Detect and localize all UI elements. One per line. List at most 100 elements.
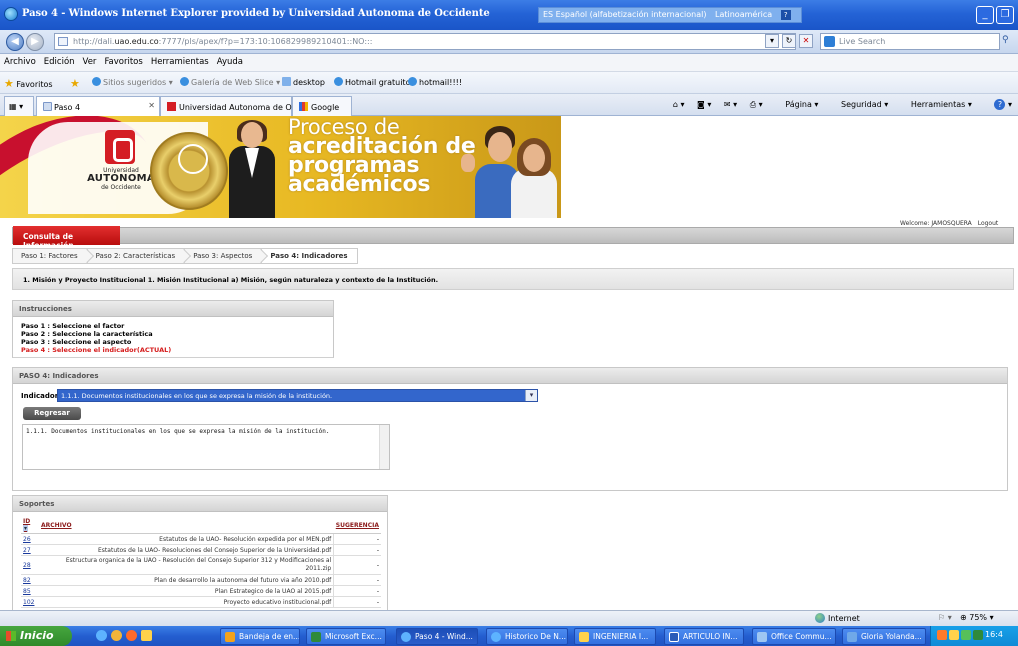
start-button[interactable]: Inicio bbox=[0, 626, 72, 646]
tray-icon[interactable] bbox=[973, 630, 983, 640]
forward-button[interactable]: ▶ bbox=[26, 33, 44, 51]
ie-quicklaunch-icon[interactable] bbox=[96, 630, 107, 641]
row-sugerencia: - bbox=[333, 574, 381, 586]
menu-favoritos[interactable]: Favoritos bbox=[100, 54, 146, 67]
help-menu[interactable]: ? ▾ bbox=[984, 99, 1012, 110]
tools-menu[interactable]: Herramientas ▾ bbox=[901, 100, 972, 109]
row-id-link[interactable]: 82 bbox=[21, 574, 39, 586]
close-tab-icon[interactable]: ✕ bbox=[148, 101, 155, 110]
tray-icon[interactable] bbox=[961, 630, 971, 640]
fav-label: Galería de Web Slice bbox=[191, 78, 274, 87]
system-tray: 16:4 bbox=[930, 626, 1018, 646]
language-indicator[interactable]: ES Español (alfabetización internacional… bbox=[543, 10, 706, 19]
breadcrumb-paso1[interactable]: Paso 1: Factores bbox=[12, 248, 94, 264]
menu-ver[interactable]: Ver bbox=[79, 54, 101, 67]
taskbar-button-paso4[interactable]: Paso 4 - Wind... bbox=[396, 628, 478, 645]
back-button[interactable]: ◀ bbox=[6, 33, 24, 51]
home-icon[interactable]: ⌂ ▾ bbox=[673, 100, 685, 109]
tray-icon[interactable] bbox=[949, 630, 959, 640]
desktop-icon bbox=[282, 77, 291, 86]
breadcrumb-paso3[interactable]: Paso 3: Aspectos bbox=[185, 248, 269, 264]
refresh-icon[interactable]: ↻ bbox=[782, 34, 796, 48]
mail-icon[interactable]: ✉ ▾ bbox=[724, 100, 737, 109]
zoom-control[interactable]: ⊕ 75% ▾ bbox=[960, 613, 994, 622]
page-menu[interactable]: Página ▾ bbox=[775, 100, 818, 109]
fav-galeria-web-slice[interactable]: Galería de Web Slice ▾ bbox=[180, 77, 280, 87]
command-bar: ⌂ ▾ ◙ ▾ ✉ ▾ ⎙ ▾ Página ▾ Seguridad ▾ Her… bbox=[663, 99, 1012, 110]
star-icon: ★ bbox=[4, 77, 14, 90]
media-quicklaunch-icon[interactable] bbox=[126, 630, 137, 641]
menu-edicion[interactable]: Edición bbox=[40, 54, 79, 67]
table-row: 28 Estructura organica de la UAO - Resolu… bbox=[21, 555, 381, 575]
row-id-link[interactable]: 102 bbox=[21, 596, 39, 608]
row-id-link[interactable]: 27 bbox=[21, 544, 39, 556]
taskbar-button-gloria[interactable]: Gloria Yolanda... bbox=[842, 628, 926, 645]
taskbar-button-ingenieria[interactable]: INGENIERIA I... bbox=[574, 628, 656, 645]
clock[interactable]: 16:4 bbox=[985, 630, 1003, 639]
chevron-down-icon[interactable]: ▾ bbox=[525, 390, 537, 401]
page-viewport: Universidad AUTÓNOMA de Occidente Proces… bbox=[0, 116, 1018, 610]
regresar-button[interactable]: Regresar bbox=[23, 407, 81, 420]
fav-hotmail-gratuito[interactable]: Hotmail gratuito bbox=[334, 77, 410, 87]
menu-herramientas[interactable]: Herramientas bbox=[147, 54, 213, 67]
help-icon[interactable]: ? bbox=[780, 10, 791, 20]
ie-mini-icon bbox=[334, 77, 343, 86]
table-row: 27 Estatutos de la UAO- Resoluciones del … bbox=[21, 544, 381, 556]
print-icon[interactable]: ⎙ ▾ bbox=[750, 100, 763, 109]
search-input[interactable]: Live Search bbox=[820, 33, 1000, 50]
row-id-link[interactable]: 26 bbox=[21, 533, 39, 545]
user-welcome: Welcome: JAMOSQUERA Logout bbox=[900, 220, 998, 227]
firefox-quicklaunch-icon[interactable] bbox=[111, 630, 122, 641]
textarea-scrollbar[interactable] bbox=[379, 425, 389, 469]
tab-universidad[interactable]: Universidad Autonoma de Oc... bbox=[160, 96, 304, 116]
feeds-icon[interactable]: ◙ ▾ bbox=[697, 100, 711, 109]
column-header-sugerencia[interactable]: SUGERENCIA bbox=[333, 517, 381, 534]
taskbar-button-office-communicator[interactable]: Office Commu... bbox=[752, 628, 836, 645]
selection-path: 1. Misión y Proyecto Institucional 1. Mi… bbox=[12, 268, 1014, 290]
indicador-select[interactable]: 1.1.1. Documentos institucionales en los… bbox=[57, 389, 538, 402]
menu-ayuda[interactable]: Ayuda bbox=[213, 54, 247, 67]
url-prefix: http://dali. bbox=[73, 37, 115, 46]
fav-desktop[interactable]: desktop bbox=[282, 77, 325, 87]
fav-hotmail[interactable]: hotmail!!!! bbox=[408, 77, 462, 87]
minimize-button[interactable]: _ bbox=[976, 6, 994, 24]
seal-ring bbox=[178, 144, 208, 174]
security-zone[interactable]: Internet bbox=[815, 613, 860, 623]
favorites-button[interactable]: ★ Favoritos bbox=[4, 77, 53, 90]
fav-sitios-sugeridos[interactable]: Sitios sugeridos ▾ bbox=[92, 77, 173, 87]
outlook-quicklaunch-icon[interactable] bbox=[141, 630, 152, 641]
language-bar[interactable]: ES Español (alfabetización internacional… bbox=[538, 7, 802, 23]
tab-paso4[interactable]: Paso 4 ✕ bbox=[36, 96, 160, 116]
taskbar-button-articulo[interactable]: ARTICULO IN... bbox=[664, 628, 744, 645]
breadcrumb-label: Paso 2: Características bbox=[95, 252, 176, 260]
ie-icon bbox=[4, 7, 18, 21]
row-id-link[interactable]: 28 bbox=[21, 555, 39, 575]
keyboard-layout[interactable]: Latinoamérica bbox=[715, 10, 772, 19]
tab-list-button[interactable]: ▦ ▾ bbox=[4, 96, 34, 116]
breadcrumb-paso2[interactable]: Paso 2: Características bbox=[87, 248, 192, 264]
page-icon bbox=[43, 102, 52, 111]
column-header-id[interactable]: ID ▾ bbox=[21, 517, 39, 534]
protected-mode-icon[interactable]: ⚐ ▾ bbox=[938, 613, 952, 622]
taskbar-button-excel[interactable]: Microsoft Exc... bbox=[306, 628, 386, 645]
menu-archivo[interactable]: Archivo bbox=[0, 54, 40, 67]
address-buttons: ▾ ↻ ✕ bbox=[765, 34, 813, 48]
stop-icon[interactable]: ✕ bbox=[799, 34, 813, 48]
taskbar-button-outlook[interactable]: Bandeja de en... bbox=[220, 628, 300, 645]
taskbar-button-historico[interactable]: Historico De N... bbox=[486, 628, 568, 645]
column-header-archivo[interactable]: ARCHIVO bbox=[39, 517, 334, 534]
sort-icon[interactable]: ▾ bbox=[23, 525, 29, 532]
search-icon[interactable]: ⚲ bbox=[1002, 35, 1014, 47]
indicador-textarea[interactable]: 1.1.1. Documentos institucionales en los… bbox=[22, 424, 390, 470]
dropdown-icon[interactable]: ▾ bbox=[765, 34, 779, 48]
logout-link[interactable]: Logout bbox=[978, 220, 999, 227]
row-id-link[interactable]: 85 bbox=[21, 585, 39, 597]
banner-title: Proceso de acreditación de programas aca… bbox=[288, 117, 476, 196]
add-favorite-icon[interactable]: ★ bbox=[70, 77, 80, 90]
restore-button[interactable]: ❐ bbox=[996, 6, 1014, 24]
security-menu[interactable]: Seguridad ▾ bbox=[831, 100, 888, 109]
address-input[interactable]: http://dali.uao.edu.co:7777/pls/apex/f?p… bbox=[54, 33, 796, 50]
tray-icon[interactable] bbox=[937, 630, 947, 640]
tab-google[interactable]: Google bbox=[292, 96, 352, 116]
nav-tab-consulta[interactable]: Consulta de Información bbox=[13, 226, 120, 250]
